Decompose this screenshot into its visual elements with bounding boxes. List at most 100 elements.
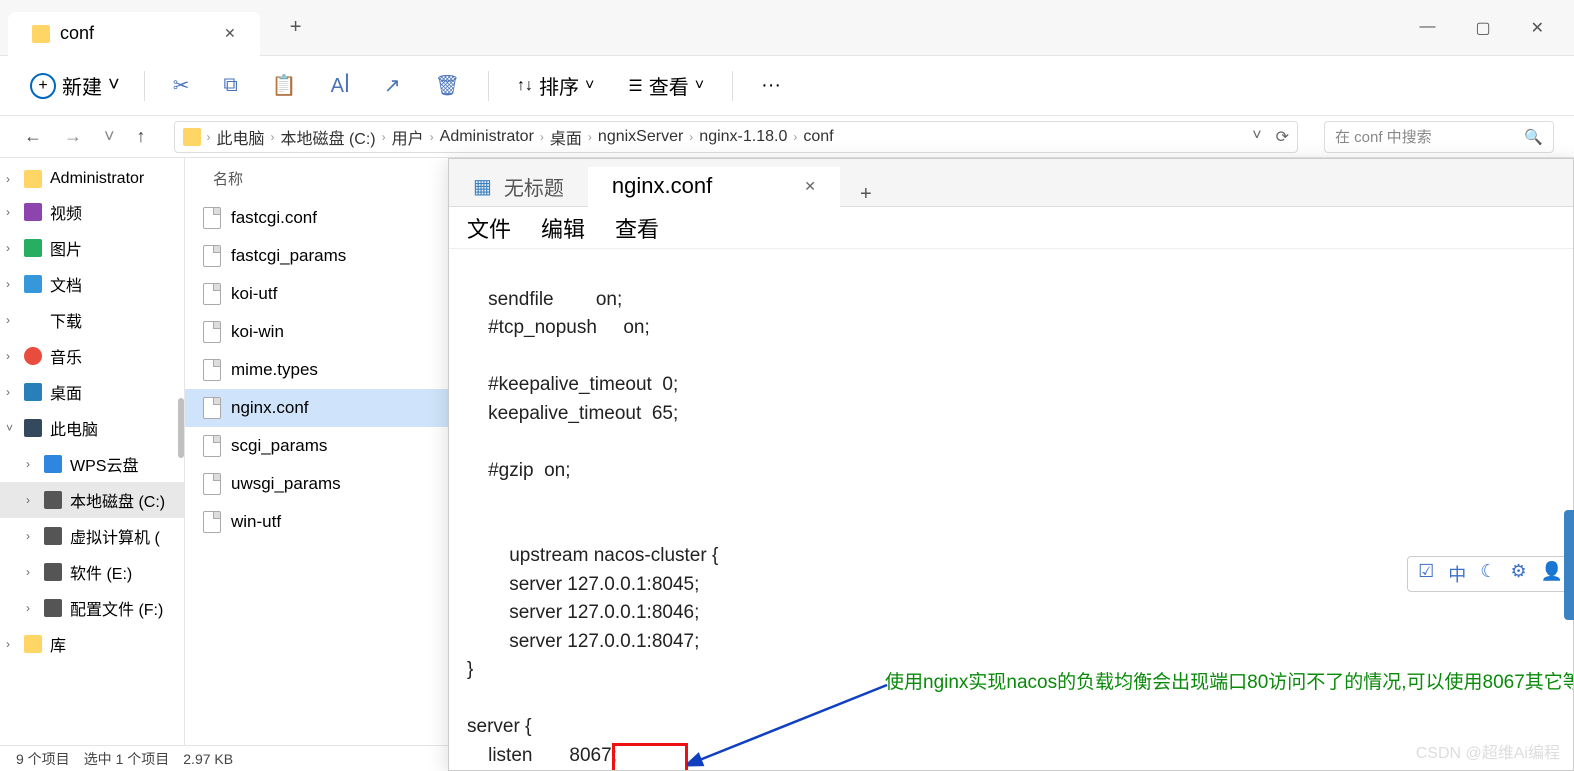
sidebar-item[interactable]: ›虚拟计算机 ( xyxy=(0,518,184,554)
doc-icon xyxy=(24,275,42,293)
breadcrumb-item[interactable]: 本地磁盘 (C:) xyxy=(281,125,376,149)
titlebar: conf ✕ + — ▢ ✕ xyxy=(0,0,1574,56)
sidebar-item[interactable]: ›配置文件 (F:) xyxy=(0,590,184,626)
sidebar-label: 音乐 xyxy=(50,344,82,368)
more-icon[interactable]: ··· xyxy=(747,74,795,97)
sidebar-item[interactable]: ›软件 (E:) xyxy=(0,554,184,590)
ime-lang[interactable]: 中 xyxy=(1448,561,1466,587)
breadcrumb-item[interactable]: 用户 xyxy=(392,125,424,149)
music-icon xyxy=(24,347,42,365)
moon-icon[interactable]: ☾ xyxy=(1480,561,1496,587)
close-tab-icon[interactable]: ✕ xyxy=(804,178,816,195)
gear-icon[interactable]: ⚙ xyxy=(1510,561,1526,587)
side-tab[interactable] xyxy=(1564,510,1574,620)
disk-icon xyxy=(44,491,62,509)
notepad-tab-untitled[interactable]: ▦ 无标题 xyxy=(449,166,588,206)
tab-label: 无标题 xyxy=(504,172,564,201)
delete-icon[interactable]: 🗑 xyxy=(421,67,474,104)
breadcrumb-item[interactable]: conf xyxy=(803,128,833,146)
new-tab-button[interactable]: + xyxy=(840,183,892,206)
paste-icon[interactable]: 📋 xyxy=(258,67,311,104)
cut-icon[interactable]: ✂ xyxy=(159,67,204,104)
file-icon xyxy=(203,321,221,343)
sidebar-item[interactable]: › 音乐 xyxy=(0,338,184,374)
chevron-icon: › xyxy=(6,349,10,363)
file-icon xyxy=(203,283,221,305)
sidebar-item[interactable]: ›库 xyxy=(0,626,184,662)
sidebar-item[interactable]: ›文档 xyxy=(0,266,184,302)
sidebar-label: 图片 xyxy=(50,236,82,260)
close-icon[interactable]: ✕ xyxy=(1531,18,1544,38)
chevron-down-icon[interactable]: ˅ xyxy=(1252,127,1261,147)
back-icon[interactable]: ← xyxy=(20,122,46,151)
sidebar-item[interactable]: ›视频 xyxy=(0,194,184,230)
sidebar-label: 软件 (E:) xyxy=(70,560,132,584)
sidebar-item[interactable]: › 下载 xyxy=(0,302,184,338)
breadcrumb-item[interactable]: ngnixServer xyxy=(598,128,683,146)
sort-icon: ↑↓ xyxy=(517,77,533,95)
sidebar-item[interactable]: ›桌面 xyxy=(0,374,184,410)
disk-icon xyxy=(44,563,62,581)
sort-button[interactable]: ↑↓ 排序 ˅ xyxy=(503,71,608,100)
close-tab-icon[interactable]: ✕ xyxy=(224,25,236,42)
status-size: 2.97 KB xyxy=(183,751,233,767)
ime-toolbar[interactable]: ☑ 中 ☾ ⚙ 👤 xyxy=(1407,556,1574,592)
forward-icon[interactable]: → xyxy=(60,122,86,151)
chevron-down-icon[interactable]: ˅ xyxy=(100,122,119,151)
notepad-icon: ▦ xyxy=(473,174,492,199)
chevron-icon: › xyxy=(6,205,10,219)
sidebar-item[interactable]: ˅此电脑 xyxy=(0,410,184,446)
search-icon: 🔍 xyxy=(1524,128,1543,146)
sidebar-item[interactable]: ›Administrator xyxy=(0,164,184,194)
chevron-icon: › xyxy=(26,493,30,507)
highlight-box xyxy=(612,743,688,770)
new-tab-button[interactable]: + xyxy=(290,16,302,39)
chevron-icon: › xyxy=(6,172,10,186)
file-name: fastcgi.conf xyxy=(231,208,317,228)
refresh-icon[interactable]: ⟳ xyxy=(1276,127,1289,147)
sidebar-item[interactable]: › 图片 xyxy=(0,230,184,266)
sidebar-item[interactable]: › 本地磁盘 (C:) xyxy=(0,482,184,518)
tab-label: nginx.conf xyxy=(612,173,712,199)
view-icon: ☰ xyxy=(628,76,642,96)
copy-icon[interactable]: ⧉ xyxy=(209,68,251,103)
breadcrumb-item[interactable]: Administrator xyxy=(440,128,534,146)
up-icon[interactable]: ↑ xyxy=(133,122,150,151)
sidebar-label: 本地磁盘 (C:) xyxy=(70,488,165,512)
minimize-icon[interactable]: — xyxy=(1419,18,1435,38)
search-placeholder: 在 conf 中搜索 xyxy=(1335,126,1432,147)
ime-icon[interactable]: ☑ xyxy=(1418,561,1434,587)
new-button[interactable]: + 新建 ˅ xyxy=(20,65,130,106)
separator xyxy=(488,71,489,101)
annotation-text: 使用nginx实现nacos的负载均衡会出现端口80访问不了的情况,可以使用80… xyxy=(885,669,1545,698)
chevron-icon: › xyxy=(6,241,10,255)
chevron-icon: › xyxy=(6,313,10,327)
explorer-tab[interactable]: conf ✕ xyxy=(8,12,260,56)
sidebar-item[interactable]: ›WPS云盘 xyxy=(0,446,184,482)
file-name: nginx.conf xyxy=(231,398,309,418)
breadcrumb-item[interactable]: 此电脑 xyxy=(217,125,265,149)
maximize-icon[interactable]: ▢ xyxy=(1475,18,1490,38)
menu-edit[interactable]: 编辑 xyxy=(541,212,585,244)
search-input[interactable]: 在 conf 中搜索 🔍 xyxy=(1324,121,1554,153)
sidebar-label: 下载 xyxy=(50,308,82,332)
menu-file[interactable]: 文件 xyxy=(467,212,511,244)
disk-icon xyxy=(44,599,62,617)
notepad-tab-nginx[interactable]: nginx.conf ✕ xyxy=(588,167,840,207)
menu-view[interactable]: 查看 xyxy=(615,212,659,244)
share-icon[interactable]: ↗ xyxy=(370,67,415,104)
view-button[interactable]: ☰ 查看 ˅ xyxy=(614,71,718,100)
file-name: scgi_params xyxy=(231,436,327,456)
editor-content[interactable]: sendfile on; #tcp_nopush on; #keepalive_… xyxy=(449,249,1573,770)
chevron-down-icon: ˅ xyxy=(585,77,594,95)
notepad-tabs: ▦ 无标题 nginx.conf ✕ + xyxy=(449,159,1573,207)
img-icon xyxy=(24,239,42,257)
file-icon xyxy=(203,245,221,267)
breadcrumb-item[interactable]: nginx-1.18.0 xyxy=(699,128,787,146)
rename-icon[interactable]: Aꟾ xyxy=(317,67,364,104)
breadcrumb[interactable]: › 此电脑› 本地磁盘 (C:)› 用户› Administrator› 桌面›… xyxy=(174,121,1298,153)
pc-icon xyxy=(24,419,42,437)
user-icon[interactable]: 👤 xyxy=(1541,561,1563,587)
breadcrumb-item[interactable]: 桌面 xyxy=(550,125,582,149)
folder-icon xyxy=(24,635,42,653)
